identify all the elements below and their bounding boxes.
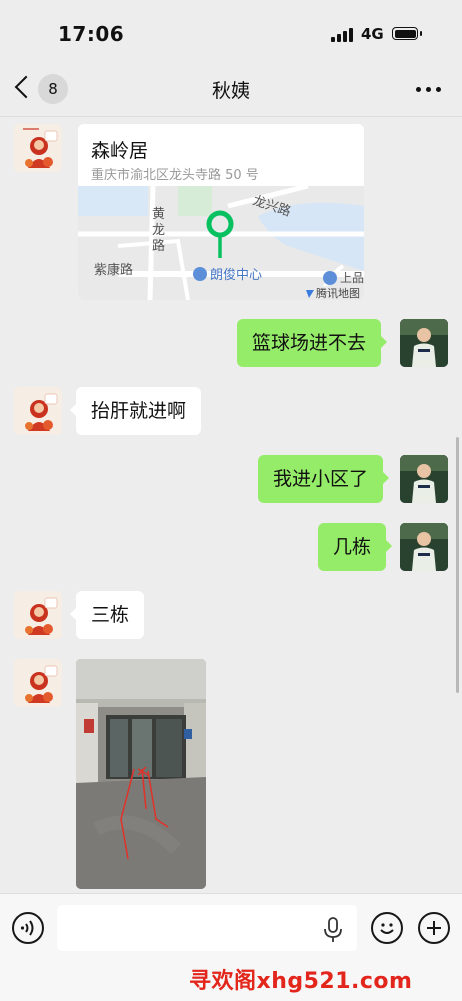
contact-avatar[interactable] [14,387,62,435]
status-time: 17:06 [58,22,125,46]
my-avatar[interactable] [400,319,448,367]
message-bubble-incoming[interactable]: 抬肝就进啊 [69,387,202,435]
location-map: 黄 龙 路 紫康路 龙兴路 朗俊中心 上品 腾讯地图 [78,186,364,300]
map-road-label: 黄 [152,207,165,222]
status-bar: 17:06 4G [0,0,462,62]
mic-icon[interactable] [323,917,343,943]
chat-title: 秋姨 [211,80,250,102]
plus-icon[interactable] [418,912,450,944]
battery-icon [392,27,422,40]
message-input[interactable] [57,905,357,951]
map-road-label: 龙 [152,223,165,238]
more-icon[interactable] [416,76,442,102]
map-provider: 腾讯地图 [316,286,360,300]
signal-icon [331,27,353,42]
contact-avatar[interactable] [14,659,62,707]
message-bubble-outgoing[interactable]: 几栋 [318,523,393,571]
voice-icon[interactable] [12,912,44,944]
my-avatar[interactable] [400,523,448,571]
my-avatar[interactable] [400,455,448,503]
map-road-label: 路 [152,238,165,254]
message-bubble-outgoing[interactable]: 篮球场进不去 [237,319,388,367]
network-type: 4G [361,25,384,43]
location-message[interactable]: 森岭居 重庆市渝北区龙头寺路 50 号 黄 龙 路 紫康路 龙兴路 朗俊中心 上… [78,124,364,300]
scrollbar[interactable] [456,437,459,693]
watermark: 寻欢阁xhg521.com [189,969,413,994]
contact-avatar[interactable] [14,124,62,172]
emoji-icon[interactable] [371,912,403,944]
message-bubble-outgoing[interactable]: 我进小区了 [258,455,390,503]
message-bubble-incoming[interactable]: 三栋 [69,591,145,639]
contact-avatar[interactable] [14,591,62,639]
map-road-label: 紫康路 [94,262,133,278]
chat-header: 8 秋姨 [0,62,462,117]
image-message[interactable] [76,659,206,889]
map-poi-label: 上品 [340,271,364,285]
location-name: 森岭居 [91,140,149,162]
location-address: 重庆市渝北区龙头寺路 50 号 [91,168,259,183]
map-poi-label: 朗俊中心 [210,268,262,283]
